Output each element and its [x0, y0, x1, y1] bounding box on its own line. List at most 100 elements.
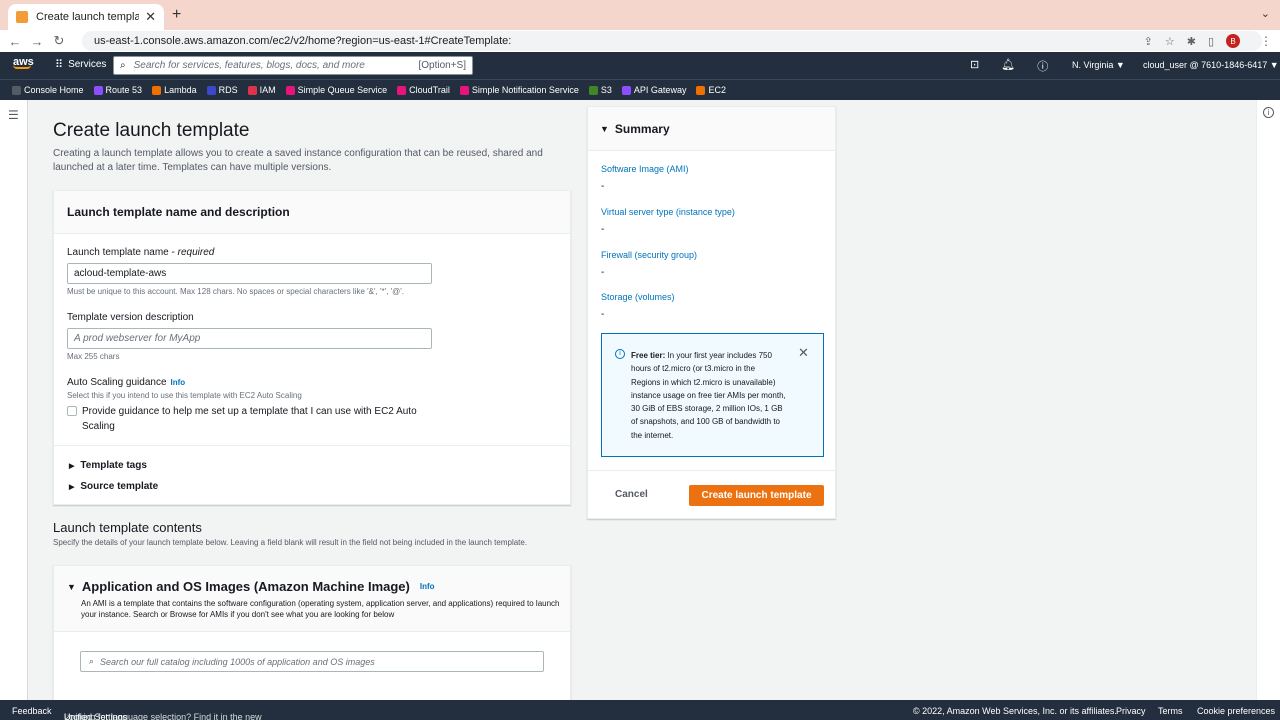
ami-title-text: Application and OS Images (Amazon Machin… — [81, 579, 410, 594]
caret-right-icon: ▶ — [69, 483, 75, 491]
account-menu[interactable]: cloud_user @ 7610-1846-6417 ▼ — [1143, 60, 1279, 70]
favorite-item[interactable]: Route 53 — [93, 85, 143, 95]
auto-scaling-checkbox[interactable] — [67, 406, 77, 416]
favorite-item[interactable]: EC2 — [696, 85, 726, 95]
summary-ami-link[interactable]: Software Image (AMI) — [601, 164, 689, 174]
feedback-link[interactable]: Feedback — [12, 706, 52, 716]
summary-instance-type-value: - — [601, 224, 605, 235]
service-icon — [12, 85, 21, 95]
privacy-link[interactable]: Privacy — [1116, 706, 1146, 716]
cloudshell-icon[interactable]: ⊡ — [970, 58, 979, 74]
create-launch-template-button[interactable]: Create launch template — [689, 485, 824, 506]
copyright-text: © 2022, Amazon Web Services, Inc. or its… — [913, 706, 1117, 716]
service-icon — [459, 85, 469, 95]
summary-security-group-link[interactable]: Firewall (security group) — [601, 250, 697, 260]
summary-instance-type-link[interactable]: Virtual server type (instance type) — [601, 207, 735, 217]
contents-description: Specify the details of your launch templ… — [53, 538, 528, 547]
new-tab-icon[interactable]: + — [172, 6, 181, 24]
terms-link[interactable]: Terms — [1158, 706, 1183, 716]
version-description-input[interactable]: A prod webserver for MyApp — [67, 328, 432, 349]
template-name-label: Launch template name - required — [67, 247, 214, 258]
auto-scaling-checkbox-label[interactable]: Provide guidance to help me set up a tem… — [82, 404, 422, 434]
source-template-label: Source template — [80, 481, 159, 492]
version-description-label: Template version description — [67, 312, 194, 323]
favorite-label: IAM — [259, 85, 276, 95]
service-icon — [621, 85, 631, 95]
aws-logo-text: aws — [13, 56, 34, 68]
source-template-expander[interactable]: ▶ Source template — [69, 481, 158, 492]
template-tags-expander[interactable]: ▶ Template tags — [69, 460, 147, 471]
summary-storage-value: - — [601, 309, 605, 320]
favorites-bar: Console Home Route 53 Lambda RDS IAM Simple Q… — [0, 79, 1280, 100]
favorite-item[interactable]: Simple Notification Service — [459, 85, 579, 95]
browser-menu-icon[interactable]: ⋮ — [1260, 34, 1272, 48]
service-icon — [247, 85, 257, 95]
template-name-hint: Must be unique to this account. Max 128 … — [67, 287, 404, 296]
console-search-input[interactable]: ⌕ Search for services, features, blogs, … — [113, 56, 473, 75]
summary-header[interactable]: ▼ Summary — [588, 107, 835, 151]
auto-scaling-info-link[interactable]: Info — [171, 378, 186, 387]
extensions-icon[interactable]: ✱ — [1187, 35, 1196, 48]
divider — [54, 445, 570, 446]
services-menu[interactable]: ⠿ Services — [55, 58, 106, 71]
free-tier-heading: Free tier: — [631, 351, 666, 360]
bookmark-star-icon[interactable]: ☆ — [1165, 35, 1175, 48]
notifications-bell-icon[interactable]: 🔔︎ — [1001, 58, 1015, 74]
tab-close-icon[interactable]: ✕ — [145, 9, 156, 25]
browser-tab-bar: Create launch template | EC2 M ✕ + ⌄ — [0, 0, 1280, 30]
tab-search-icon[interactable]: ⌄ — [1261, 7, 1270, 20]
ami-info-link[interactable]: Info — [420, 582, 435, 591]
template-name-input[interactable]: acloud-template-aws — [67, 263, 432, 284]
browser-tab[interactable]: Create launch template | EC2 M ✕ — [8, 4, 164, 30]
share-icon[interactable]: ⇪ — [1144, 35, 1153, 48]
external-link-icon: ↗ — [64, 712, 72, 720]
favorite-item[interactable]: Simple Queue Service — [285, 85, 387, 95]
favorite-item[interactable]: S3 — [588, 85, 612, 95]
favorite-item[interactable]: API Gateway — [621, 85, 686, 95]
ami-search-input[interactable]: ⌕ Search our full catalog including 1000… — [80, 651, 544, 672]
page-title: Create launch template — [53, 120, 250, 141]
panel-header: Launch template name and description — [54, 191, 570, 234]
url-field[interactable]: us-east-1.console.aws.amazon.com/ec2/v2/… — [82, 31, 1262, 51]
auto-scaling-label-text: Auto Scaling guidance — [67, 377, 167, 388]
auto-scaling-label: Auto Scaling guidance Info — [67, 377, 185, 388]
free-tier-body: In your first year includes 750 hours of… — [631, 351, 786, 440]
close-icon[interactable]: ✕ — [798, 345, 809, 361]
favorite-label: Route 53 — [105, 85, 143, 95]
favorite-item[interactable]: CloudTrail — [397, 85, 450, 95]
services-label: Services — [68, 59, 107, 70]
ami-panel-title[interactable]: ▼ Application and OS Images (Amazon Mach… — [67, 579, 435, 594]
forward-icon[interactable]: → — [26, 34, 48, 49]
region-selector[interactable]: N. Virginia ▼ — [1072, 60, 1125, 70]
favorite-label: Simple Notification Service — [471, 85, 579, 95]
favorite-label: Console Home — [24, 85, 84, 95]
aws-favicon-icon — [16, 11, 28, 23]
caret-right-icon: ▶ — [69, 462, 75, 470]
favorite-item[interactable]: IAM — [247, 85, 276, 95]
reload-icon[interactable]: ↻ — [48, 33, 70, 49]
address-bar-row: ← → ↻ us-east-1.console.aws.amazon.com/e… — [0, 30, 1280, 52]
favorite-item[interactable]: RDS — [206, 85, 238, 95]
favorite-label: EC2 — [708, 85, 726, 95]
menu-hamburger-icon[interactable]: ☰ — [8, 108, 19, 122]
cookie-preferences-link[interactable]: Cookie preferences — [1197, 706, 1275, 716]
left-rail: ☰ — [0, 100, 28, 700]
aws-logo[interactable]: aws — [13, 56, 34, 69]
back-icon[interactable]: ← — [4, 34, 26, 49]
unified-settings-link[interactable]: Unified Settings — [64, 712, 127, 720]
summary-storage-link[interactable]: Storage (volumes) — [601, 292, 675, 302]
help-icon[interactable]: ⓘ — [1037, 58, 1048, 74]
favorite-item[interactable]: Console Home — [12, 85, 84, 95]
ami-search-placeholder: Search our full catalog including 1000s … — [100, 656, 375, 667]
profile-avatar[interactable]: B — [1226, 34, 1240, 48]
service-icon — [206, 85, 216, 95]
favorite-item[interactable]: Lambda — [152, 85, 197, 95]
cancel-button[interactable]: Cancel — [615, 489, 648, 500]
sidepanel-icon[interactable]: ▯ — [1208, 35, 1214, 48]
summary-ami-value: - — [601, 181, 605, 192]
contents-title: Launch template contents — [53, 520, 202, 535]
info-panel-icon[interactable]: i — [1263, 107, 1274, 118]
service-icon — [696, 85, 706, 95]
info-icon: i — [615, 349, 625, 359]
grid-icon: ⠿ — [55, 59, 63, 71]
